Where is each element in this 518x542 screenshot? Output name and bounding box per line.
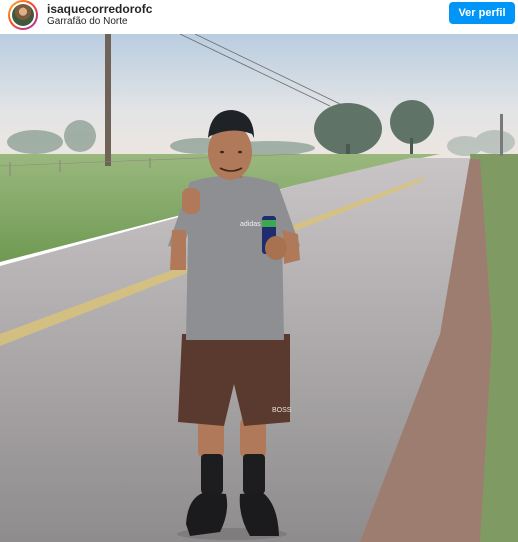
post-header: isaquecorredorofc Garrafão do Norte Ver …	[0, 0, 518, 34]
shorts-logo: BOSS	[272, 407, 292, 414]
location-link[interactable]: Garrafão do Norte	[47, 16, 128, 27]
profile-avatar[interactable]	[8, 0, 38, 30]
post-photo: BOSS adidas	[0, 34, 518, 542]
utility-pole	[105, 34, 111, 166]
shirt-logo: adidas	[240, 221, 261, 228]
username-link[interactable]: isaquecorredorofc	[47, 2, 152, 16]
view-profile-button[interactable]: Ver perfil	[449, 2, 515, 24]
avatar-ring	[10, 2, 36, 28]
avatar-photo	[12, 4, 34, 26]
